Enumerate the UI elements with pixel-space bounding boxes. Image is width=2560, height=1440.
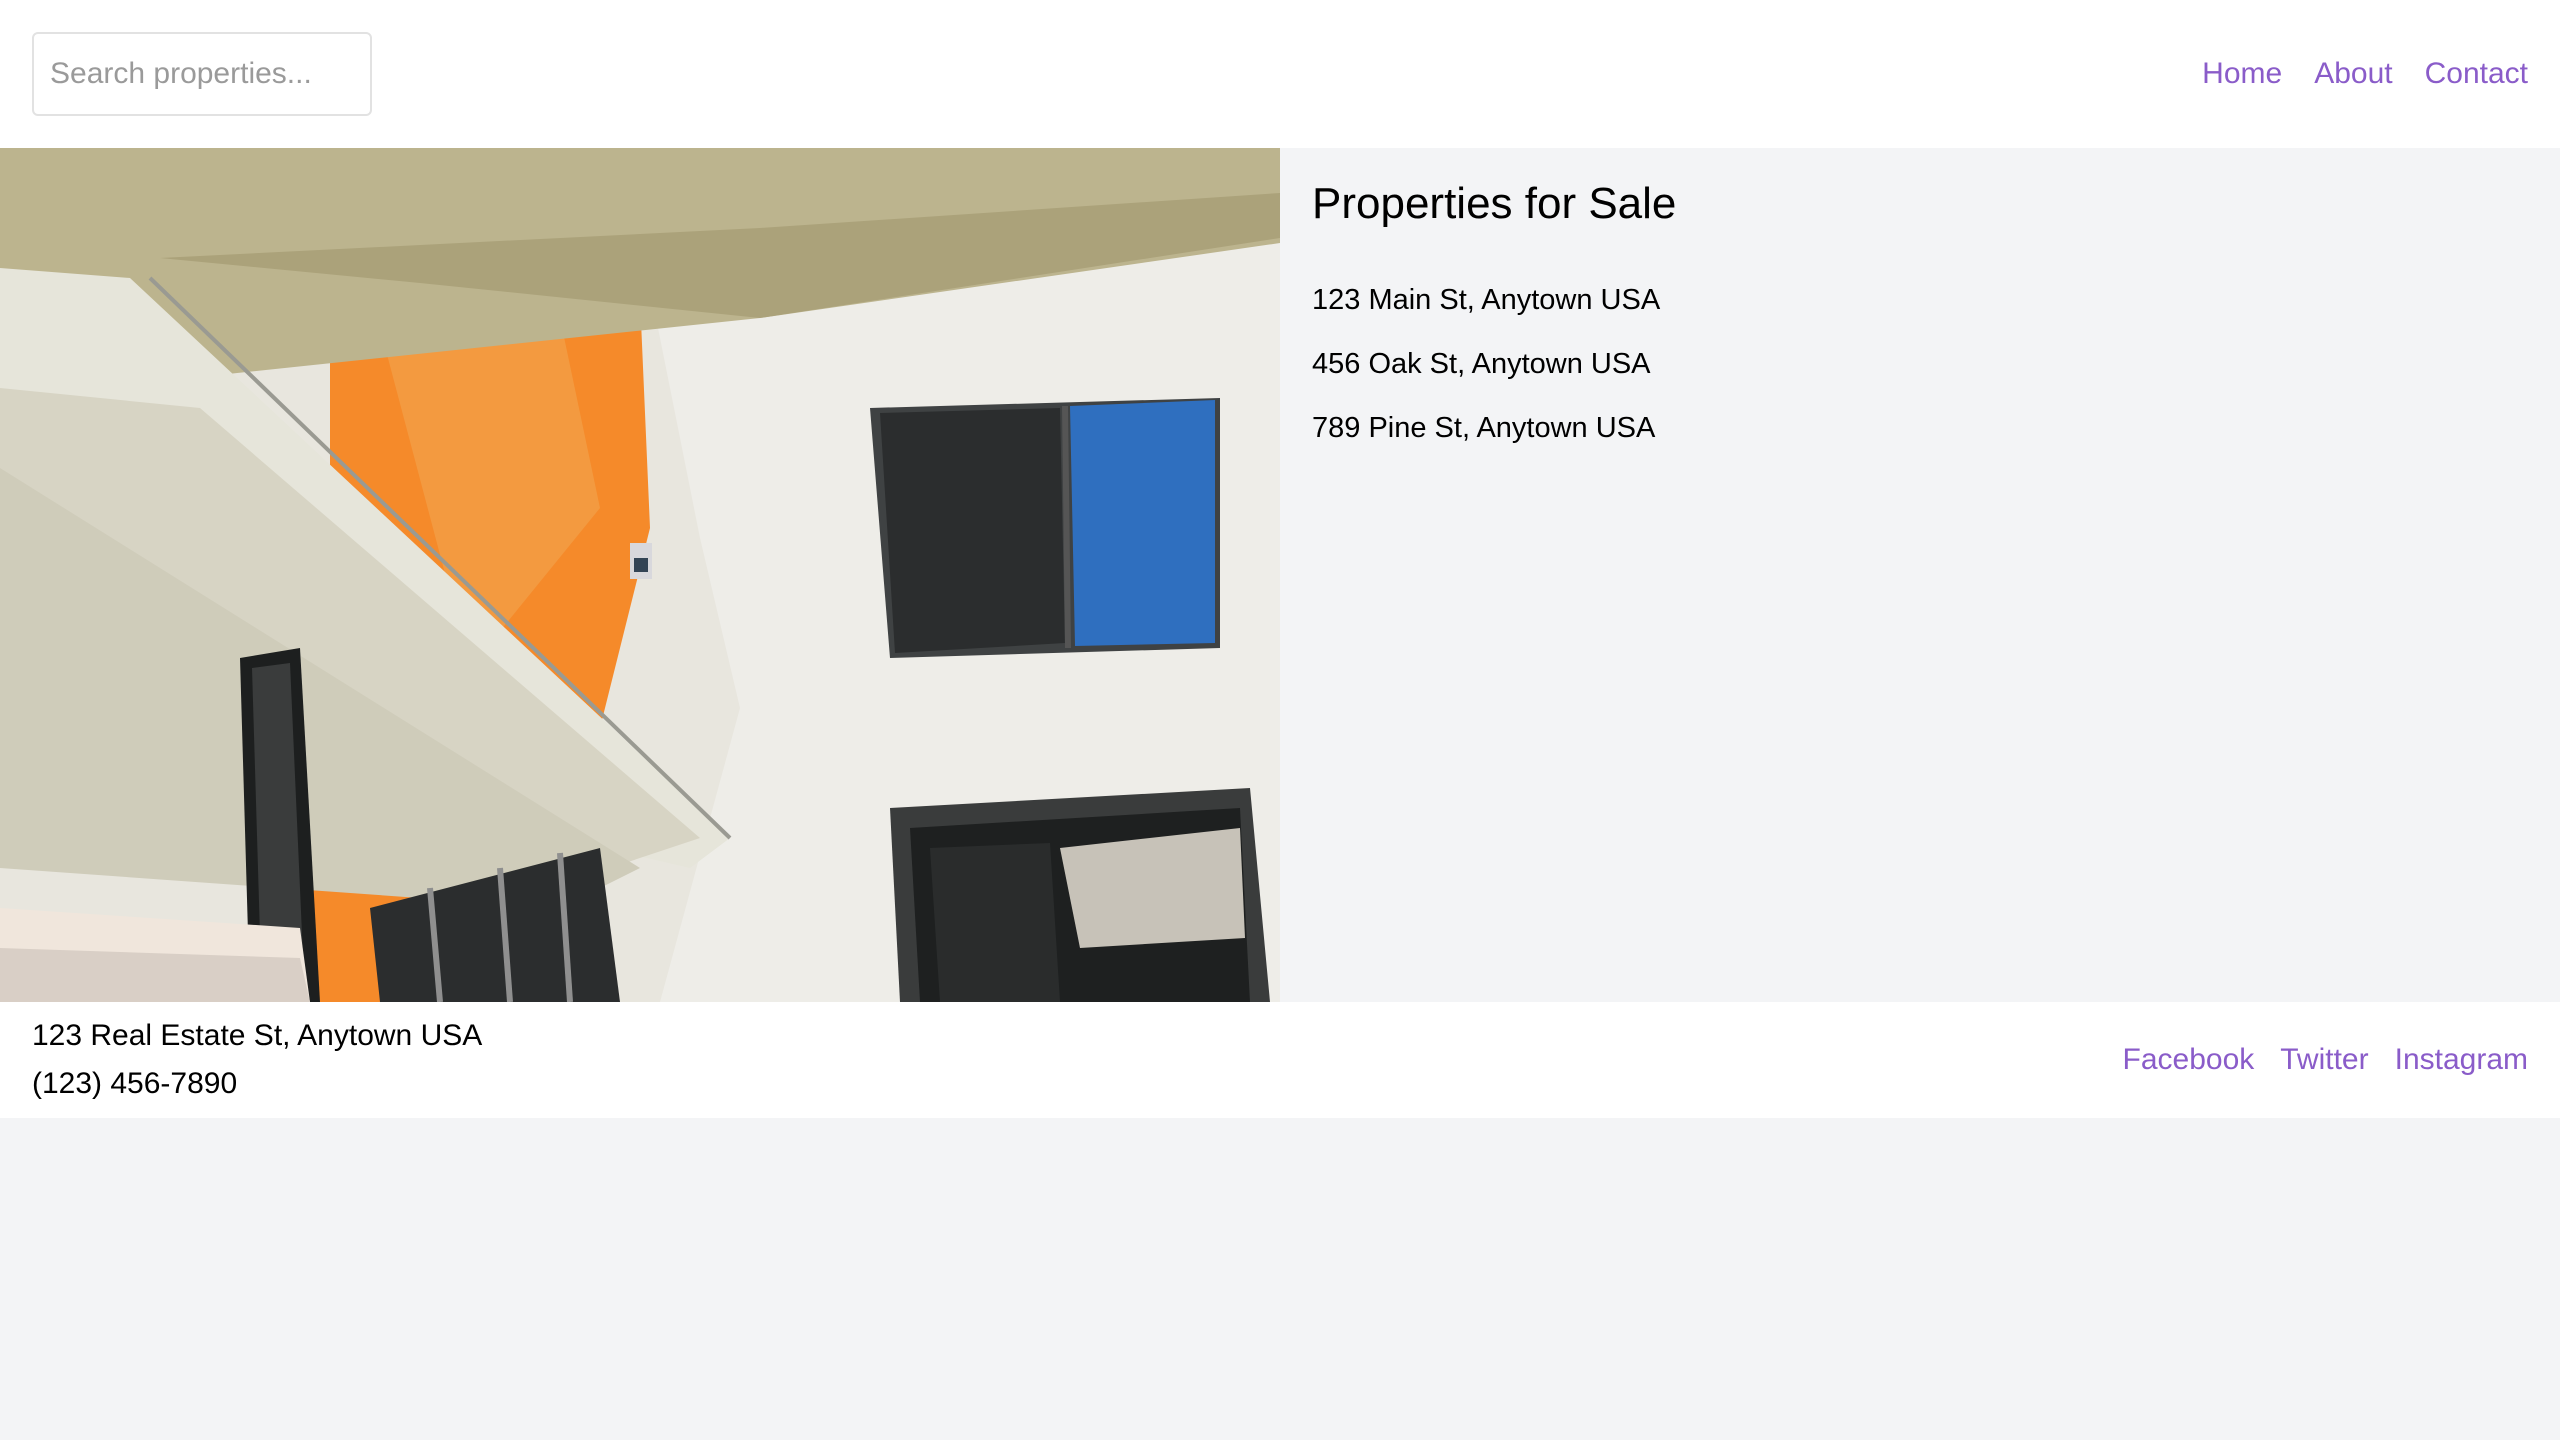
main-nav: Home About Contact bbox=[2202, 57, 2528, 91]
footer-phone: (123) 456-7890 bbox=[32, 1067, 238, 1100]
instagram-link[interactable]: Instagram bbox=[2395, 1043, 2528, 1077]
property-item[interactable]: 789 Pine St, Anytown USA bbox=[1312, 396, 2528, 460]
nav-contact-link[interactable]: Contact bbox=[2425, 57, 2528, 91]
property-listings: Properties for Sale 123 Main St, Anytown… bbox=[1280, 148, 2560, 1002]
hero-image bbox=[0, 148, 1280, 1002]
building-photo bbox=[0, 148, 1280, 1002]
site-footer: 123 Real Estate St, Anytown USA (123) 45… bbox=[0, 1002, 2560, 1118]
main-content: Properties for Sale 123 Main St, Anytown… bbox=[0, 148, 2560, 1002]
facebook-link[interactable]: Facebook bbox=[2123, 1043, 2255, 1077]
search-input[interactable] bbox=[32, 32, 372, 116]
site-header: Home About Contact bbox=[0, 0, 2560, 148]
property-item[interactable]: 123 Main St, Anytown USA bbox=[1312, 268, 2528, 332]
twitter-link[interactable]: Twitter bbox=[2280, 1043, 2368, 1077]
social-links: Facebook Twitter Instagram bbox=[2123, 1043, 2529, 1077]
nav-about-link[interactable]: About bbox=[2314, 57, 2392, 91]
property-item[interactable]: 456 Oak St, Anytown USA bbox=[1312, 332, 2528, 396]
footer-address: 123 Real Estate St, Anytown USA bbox=[32, 1019, 483, 1052]
nav-home-link[interactable]: Home bbox=[2202, 57, 2282, 91]
listings-title: Properties for Sale bbox=[1312, 179, 1677, 228]
contact-info: 123 Real Estate St, Anytown USA (123) 45… bbox=[32, 1012, 482, 1108]
